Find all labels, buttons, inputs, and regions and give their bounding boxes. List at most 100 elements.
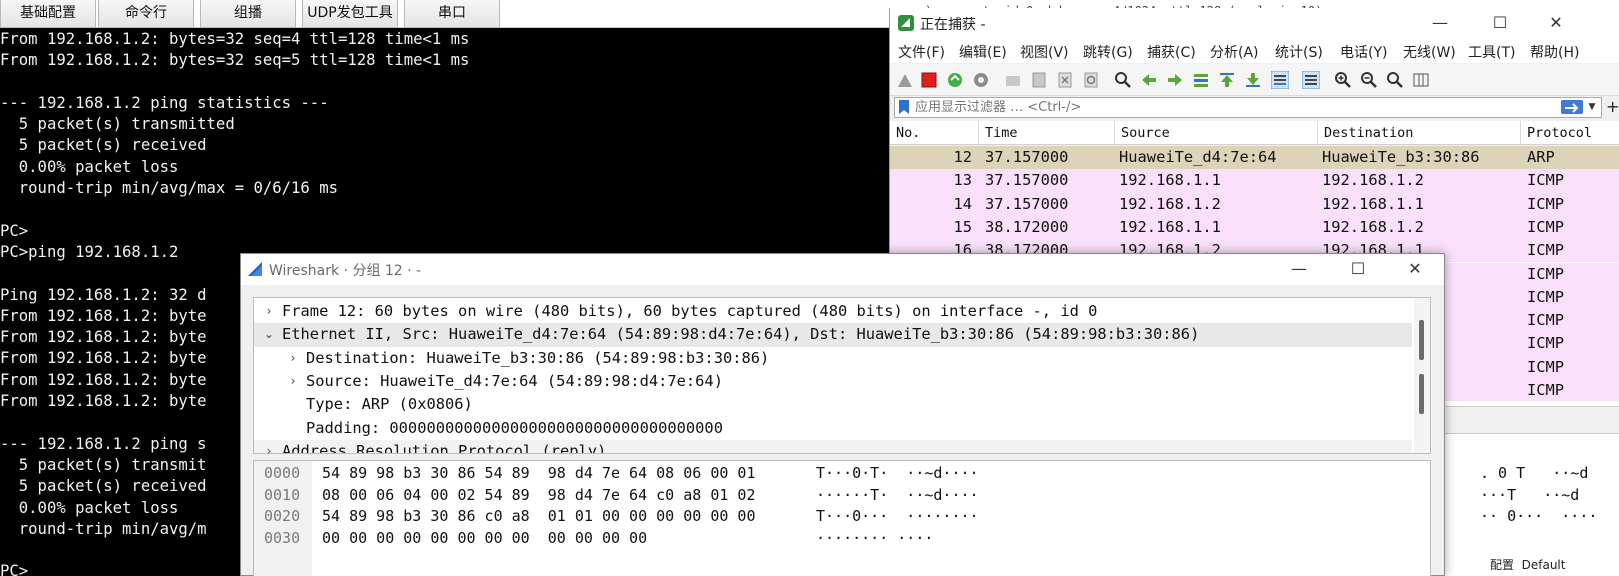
maximize-button[interactable]: ☐ [1480, 12, 1520, 34]
packet-cell-no: 13 [953, 171, 972, 190]
packet-cell-proto: ICMP [1527, 357, 1565, 376]
scrollbar-thumb-upper[interactable] [1419, 320, 1424, 360]
resize-columns-icon[interactable] [1412, 71, 1430, 89]
collapse-arrow-icon[interactable]: ⌄ [262, 323, 276, 346]
tab-command-line[interactable]: 命令行 [98, 0, 194, 28]
popup-title: Wireshark · 分组 12 · - [269, 263, 422, 279]
first-packet-icon[interactable] [1218, 71, 1236, 89]
packet-cell-proto: ICMP [1527, 334, 1565, 353]
capture-options-icon[interactable] [972, 71, 990, 89]
tree-node[interactable]: › Address Resolution Protocol (reply) [254, 439, 1412, 454]
stop-capture-icon[interactable] [920, 71, 938, 89]
packet-row[interactable]: 12 37.157000 HuaweiTe_d4:7e:64 HuaweiTe_b3:… [890, 146, 1619, 170]
autoscroll-icon[interactable] [1271, 71, 1289, 89]
column-time[interactable]: Time [979, 121, 1115, 145]
tree-node[interactable]: › Destination: HuaweiTe_b3:30:86 (54:89:9… [254, 347, 1412, 370]
tree-node[interactable]: Type: ARP (0x0806) [254, 393, 1412, 416]
packet-cell-time: 38.172000 [985, 217, 1069, 236]
hex-row[interactable]: 0010 08 00 06 04 00 02 54 89 98 d4 7e 64 … [254, 485, 1414, 507]
filter-dropdown-icon[interactable]: ▼ [1585, 98, 1599, 117]
column-destination[interactable]: Destination [1318, 121, 1521, 145]
column-no[interactable]: No. [890, 121, 979, 145]
go-to-packet-icon[interactable] [1192, 71, 1210, 89]
close-button[interactable]: ✕ [1536, 12, 1576, 34]
restart-capture-icon[interactable] [946, 71, 964, 89]
reload-icon[interactable] [1082, 71, 1100, 89]
find-packet-icon[interactable] [1114, 71, 1132, 89]
hex-row[interactable]: 0020 54 89 98 b3 30 86 c0 a8 01 01 00 00 … [254, 506, 1414, 528]
hex-row[interactable]: 0000 54 89 98 b3 30 86 54 89 98 d4 7e 64 … [254, 463, 1414, 485]
menu-telephony[interactable]: 电话(Y) [1340, 42, 1387, 62]
tab-udp-tool[interactable]: UDP发包工具 [302, 0, 398, 28]
pc-tab-bar: 基础配置 命令行 组播 UDP发包工具 串口 [0, 0, 895, 28]
packet-cell-src: 192.168.1.2 [1119, 194, 1221, 213]
tab-multicast[interactable]: 组播 [200, 0, 296, 28]
packet-row[interactable]: 13 37.157000 192.168.1.1 192.168.1.2 ICMP [890, 169, 1619, 193]
apply-filter-icon[interactable] [1561, 100, 1583, 114]
normal-size-icon[interactable] [1386, 71, 1404, 89]
popup-maximize-button[interactable]: ☐ [1338, 258, 1378, 280]
scrollbar-thumb-lower[interactable] [1419, 374, 1424, 414]
column-source[interactable]: Source [1115, 121, 1318, 145]
menu-view[interactable]: 视图(V) [1020, 42, 1069, 62]
popup-minimize-button[interactable]: — [1279, 258, 1319, 280]
tree-node[interactable]: Padding: 0000000000000000000000000000000… [254, 417, 1412, 440]
add-filter-button[interactable]: + [1606, 97, 1619, 116]
tree-node[interactable]: › Frame 12: 60 bytes on wire (480 bits), … [254, 300, 1412, 323]
main-toolbar [890, 64, 1619, 96]
expand-arrow-icon[interactable]: › [286, 347, 300, 370]
menu-help[interactable]: 帮助(H) [1530, 42, 1579, 62]
packet-row[interactable]: 15 38.172000 192.168.1.1 192.168.1.2 ICMP [890, 215, 1619, 240]
menu-wireless[interactable]: 无线(W) [1403, 42, 1456, 62]
menu-go[interactable]: 跳转(G) [1083, 42, 1133, 62]
tab-basic-config[interactable]: 基础配置 [0, 0, 96, 28]
menu-statistics[interactable]: 统计(S) [1275, 42, 1323, 62]
tree-node[interactable]: ⌄ Ethernet II, Src: HuaweiTe_d4:7e:64 (54… [254, 323, 1412, 347]
menu-tools[interactable]: 工具(T) [1468, 42, 1515, 62]
packet-detail-window: Wireshark · 分组 12 · - — ☐ ✕ › Frame 12: 6… [240, 253, 1445, 576]
menu-file[interactable]: 文件(F) [898, 42, 945, 62]
go-back-icon[interactable] [1140, 71, 1158, 89]
packet-cell-no: 12 [953, 148, 972, 166]
expand-arrow-icon[interactable]: › [262, 440, 276, 453]
packet-bytes-pane: 0000 54 89 98 b3 30 86 54 89 98 d4 7e 64 … [253, 460, 1431, 576]
menu-edit[interactable]: 编辑(E) [959, 42, 1007, 62]
expand-arrow-icon[interactable]: › [262, 300, 276, 323]
tab-serial[interactable]: 串口 [404, 0, 500, 28]
tree-node-label: Address Resolution Protocol (reply) [282, 441, 607, 454]
bookmark-icon[interactable] [898, 100, 910, 115]
close-file-icon[interactable] [1056, 71, 1074, 89]
tree-node[interactable]: › Source: HuaweiTe_d4:7e:64 (54:89:98:d4:… [254, 370, 1412, 393]
status-profile[interactable]: 配置 Default [1490, 556, 1565, 573]
packet-cell-no: 15 [953, 217, 972, 236]
popup-close-button[interactable]: ✕ [1395, 258, 1435, 280]
packet-row[interactable]: 14 37.157000 192.168.1.2 192.168.1.1 ICMP [890, 192, 1619, 216]
packet-cell-dst: HuaweiTe_b3:30:86 [1322, 148, 1480, 166]
zoom-out-icon[interactable] [1360, 71, 1378, 89]
display-filter-input[interactable] [915, 99, 1535, 116]
save-file-icon[interactable] [1030, 71, 1048, 89]
hex-ascii: T···0··· ········ [816, 507, 979, 525]
zoom-in-icon[interactable] [1334, 71, 1352, 89]
packet-cell-proto: ICMP [1527, 264, 1565, 283]
go-forward-icon[interactable] [1166, 71, 1184, 89]
console-line: PC> [0, 221, 29, 240]
wireshark-icon [898, 15, 914, 31]
hex-offset: 0010 [264, 485, 301, 504]
console-line: From 192.168.1.2: bytes=32 seq=4 ttl=128… [0, 30, 470, 48]
menu-capture[interactable]: 捕获(C) [1147, 42, 1196, 62]
wireshark-fin-icon [248, 262, 262, 276]
hex-row[interactable]: 0030 00 00 00 00 00 00 00 00 00 00 00 00 ·… [254, 528, 1414, 550]
colorize-icon[interactable] [1302, 71, 1320, 89]
details-scrollbar[interactable] [1414, 298, 1430, 453]
start-capture-icon[interactable] [896, 71, 914, 89]
column-protocol[interactable]: Protocol [1521, 121, 1619, 145]
menu-analyze[interactable]: 分析(A) [1210, 42, 1259, 62]
packet-cell-time: 37.157000 [985, 148, 1069, 166]
packet-cell-dst: 192.168.1.2 [1322, 217, 1424, 236]
open-file-icon[interactable] [1004, 71, 1022, 89]
last-packet-icon[interactable] [1244, 71, 1262, 89]
expand-arrow-icon[interactable]: › [286, 370, 300, 393]
minimize-button[interactable]: — [1420, 12, 1460, 34]
